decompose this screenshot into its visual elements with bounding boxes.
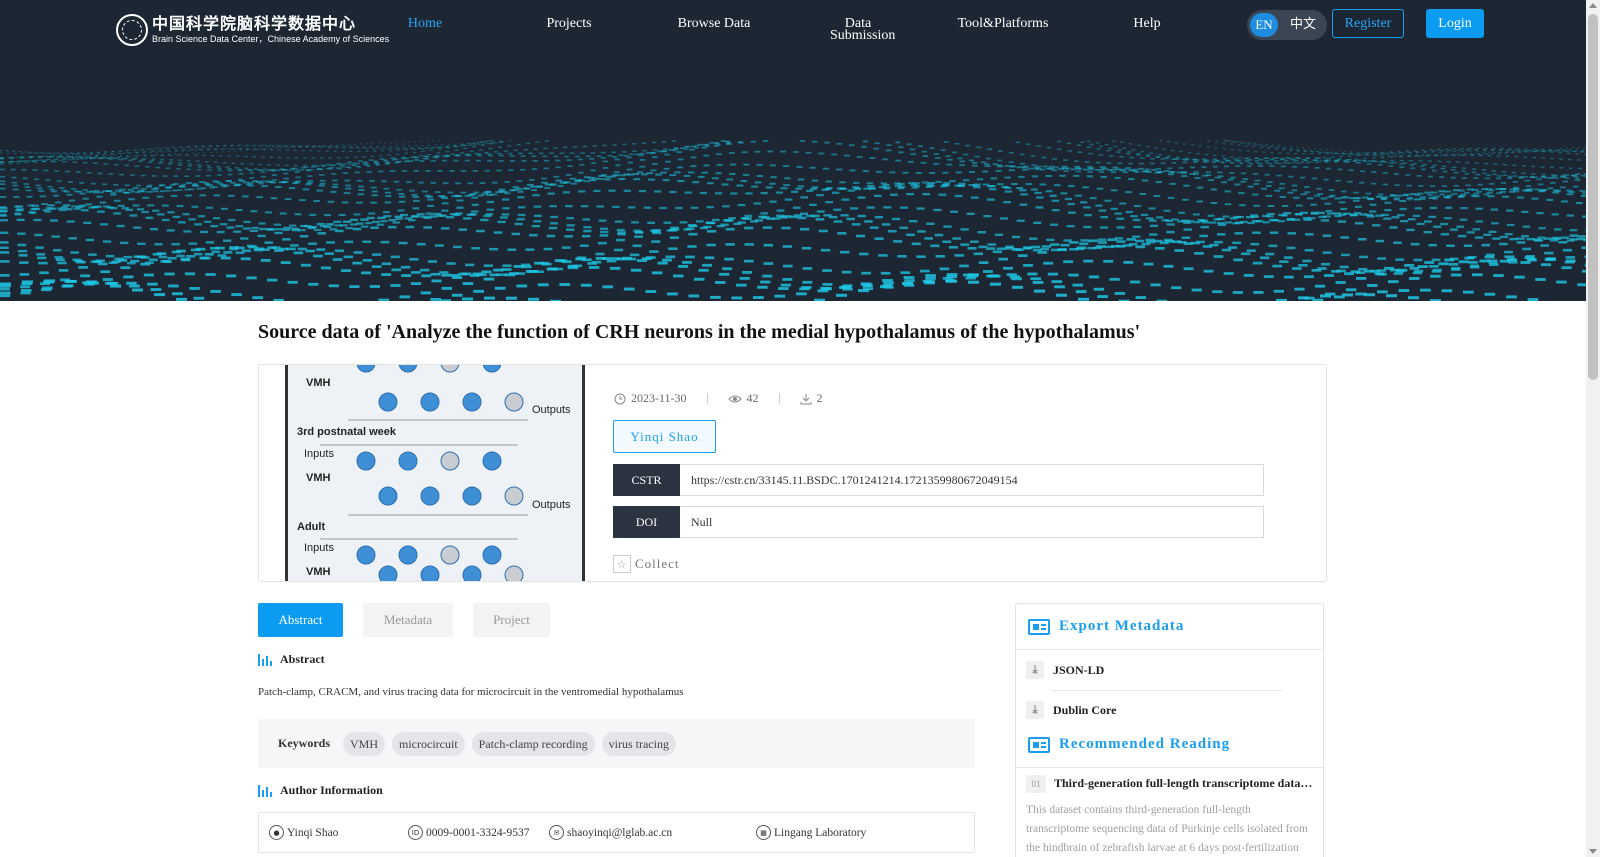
logo-english-name: Brain Science Data Center，Chinese Academ… xyxy=(152,34,390,44)
abstract-heading: Abstract xyxy=(258,652,325,667)
author-info-heading-label: Author Information xyxy=(280,783,383,797)
download-icon: ⤓ xyxy=(1026,661,1044,679)
nav-data-submission[interactable]: Data Submission xyxy=(788,17,928,43)
figure-label: 3rd postnatal week xyxy=(297,426,397,438)
author-name: Yinqi Shao xyxy=(287,826,339,839)
author-email[interactable]: shaoyinqi@lglab.ac.cn xyxy=(567,827,672,839)
author-orcid[interactable]: 0009-0001-3324-9537 xyxy=(426,827,530,839)
view-count: 42 xyxy=(746,391,759,405)
cas-emblem-icon xyxy=(116,14,148,46)
figure-label: Inputs xyxy=(304,542,334,554)
keyword-tag[interactable]: Patch-clamp recording xyxy=(471,731,595,756)
export-heading-label: Export Metadata xyxy=(1059,618,1185,634)
export-json-ld[interactable]: ⤓ JSON-LD xyxy=(1026,661,1104,679)
mail-icon: ✉ xyxy=(549,825,564,840)
register-button[interactable]: Register xyxy=(1332,9,1404,38)
scroll-up-arrow-icon[interactable] xyxy=(1589,3,1597,8)
id-icon: ID xyxy=(408,825,423,840)
dataset-summary-card: VMH Outputs 3rd postnatal week Inputs VM… xyxy=(258,364,1327,582)
nav-help[interactable]: Help xyxy=(1077,17,1217,31)
nav-tool-platforms[interactable]: Tool&Platforms xyxy=(933,17,1073,31)
export-dublin-core-label: Dublin Core xyxy=(1053,702,1117,717)
scroll-down-arrow-icon[interactable] xyxy=(1589,849,1597,854)
author-name-item: ● Yinqi Shao xyxy=(269,825,338,840)
author-org-item: ▦ Lingang Laboratory xyxy=(756,825,866,840)
person-icon: ● xyxy=(269,825,284,840)
star-icon: ☆ xyxy=(613,555,631,573)
keyword-tag[interactable]: VMH xyxy=(343,731,386,756)
bars-icon xyxy=(258,784,272,797)
dataset-title: Source data of 'Analyze the function of … xyxy=(258,321,1141,343)
clock-icon xyxy=(614,393,626,404)
nav-projects[interactable]: Projects xyxy=(499,17,639,31)
author-email-item: ✉ shaoyinqi@lglab.ac.cn xyxy=(549,825,672,840)
cstr-row: CSTR https://cstr.cn/33145.11.BSDC.17012… xyxy=(613,464,1264,496)
keywords-label: Keywords xyxy=(278,736,330,750)
nav-home[interactable]: Home xyxy=(355,17,495,31)
figure-label: Outputs xyxy=(532,404,571,416)
keyword-tag[interactable]: microcircuit xyxy=(392,731,465,756)
tab-metadata[interactable]: Metadata xyxy=(363,603,453,637)
author-orcid-item: ID 0009-0001-3324-9537 xyxy=(408,825,530,840)
collect-button[interactable]: ☆ Collect xyxy=(613,555,680,573)
recommended-heading-label: Recommended Reading xyxy=(1059,736,1231,752)
export-dublin-core[interactable]: ⤓ Dublin Core xyxy=(1026,701,1116,719)
recommended-item-description: This dataset contains third-generation f… xyxy=(1026,804,1308,854)
abstract-text: Patch-clamp, CRACM, and virus tracing da… xyxy=(258,686,684,698)
side-panel: Export Metadata ⤓ JSON-LD ⤓ Dublin Core … xyxy=(1015,603,1324,857)
lang-zh-option[interactable]: 中文 xyxy=(1287,13,1319,37)
keyword-tag[interactable]: virus tracing xyxy=(601,731,676,756)
recommended-item-title[interactable]: Third-generation full-length transcripto… xyxy=(1054,776,1314,791)
figure-label: VMH xyxy=(306,377,331,389)
author-chip[interactable]: Yinqi Shao xyxy=(613,420,716,453)
doi-label: DOI xyxy=(613,506,680,538)
language-switch[interactable]: EN 中文 xyxy=(1247,10,1327,40)
abstract-heading-label: Abstract xyxy=(280,652,325,666)
site-logo[interactable]: 中国科学院脑科学数据中心 Brain Science Data Center，C… xyxy=(116,14,389,46)
nav-browse-data[interactable]: Browse Data xyxy=(644,17,784,31)
author-info-box: ● Yinqi Shao ID 0009-0001-3324-9537 ✉ sh… xyxy=(258,812,975,853)
dataset-thumbnail[interactable]: VMH Outputs 3rd postnatal week Inputs VM… xyxy=(285,365,585,581)
export-metadata-heading: Export Metadata xyxy=(1016,604,1323,649)
collect-label: Collect xyxy=(635,556,680,571)
download-count: 2 xyxy=(816,391,823,405)
card-icon xyxy=(1028,618,1050,635)
card-icon xyxy=(1028,736,1050,753)
login-button[interactable]: Login xyxy=(1426,9,1484,38)
doi-row: DOI Null xyxy=(613,506,1264,538)
dataset-stats: 2023-11-30 42 2 xyxy=(614,391,823,406)
microcircuit-figure: VMH Outputs 3rd postnatal week Inputs VM… xyxy=(297,365,571,581)
recommended-reading-heading: Recommended Reading xyxy=(1016,722,1323,767)
cstr-value[interactable]: https://cstr.cn/33145.11.BSDC.1701241214… xyxy=(680,464,1264,496)
tab-abstract[interactable]: Abstract xyxy=(258,603,343,637)
lang-en-option[interactable]: EN xyxy=(1250,13,1278,37)
bars-icon xyxy=(258,653,272,666)
download-icon xyxy=(800,393,812,404)
page-scrollbar[interactable] xyxy=(1586,0,1600,857)
figure-label: Inputs xyxy=(304,448,334,460)
figure-label: Adult xyxy=(297,521,325,533)
figure-label: Outputs xyxy=(532,499,571,511)
keywords-bar: Keywords VMH microcircuit Patch-clamp re… xyxy=(258,719,975,768)
scroll-thumb[interactable] xyxy=(1588,14,1598,380)
logo-chinese-name: 中国科学院脑科学数据中心 xyxy=(152,14,357,33)
tab-project[interactable]: Project xyxy=(473,603,550,637)
doi-value: Null xyxy=(680,506,1264,538)
figure-label: VMH xyxy=(306,566,331,578)
cstr-label: CSTR xyxy=(613,464,680,496)
download-icon: ⤓ xyxy=(1026,701,1044,719)
hero-banner: 中国科学院脑科学数据中心 Brain Science Data Center，C… xyxy=(0,0,1586,301)
figure-label: VMH xyxy=(306,472,331,484)
export-json-ld-label: JSON-LD xyxy=(1053,662,1105,677)
author-info-heading: Author Information xyxy=(258,783,383,798)
author-org: Lingang Laboratory xyxy=(774,826,867,839)
recommended-item-number: 01 xyxy=(1026,775,1046,793)
dataset-date: 2023-11-30 xyxy=(631,391,687,405)
eye-icon xyxy=(727,395,742,402)
building-icon: ▦ xyxy=(756,825,771,840)
